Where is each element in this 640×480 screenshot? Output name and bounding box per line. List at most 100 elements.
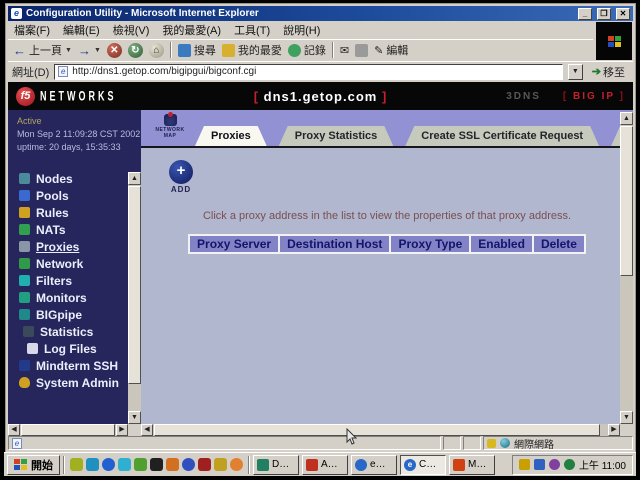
sidebar-item-filters[interactable]: Filters	[19, 272, 141, 289]
add-proxy-button[interactable]: + ADD	[165, 160, 197, 194]
menu-edit[interactable]: 編輯(E)	[63, 22, 100, 38]
main-frame: NETWORK MAP Proxies Proxy Statistics Cre…	[141, 110, 633, 424]
maximize-button[interactable]: ❐	[597, 8, 611, 20]
mail-button[interactable]: ✉	[340, 44, 349, 57]
scroll-up-icon[interactable]: ▲	[620, 112, 633, 125]
quicklaunch-icon[interactable]	[214, 458, 227, 471]
sidebar-item-mindterm-ssh[interactable]: Mindterm SSH	[19, 357, 141, 374]
go-button[interactable]: ➔ 移至	[588, 63, 629, 80]
quicklaunch-icon[interactable]	[150, 458, 163, 471]
close-button[interactable]: ✕	[616, 8, 630, 20]
taskbar-window-button[interactable]: M…	[449, 455, 495, 475]
stop-button[interactable]: ✕	[107, 43, 122, 58]
proxies-icon	[19, 241, 30, 252]
back-dropdown-icon[interactable]: ▼	[65, 47, 72, 54]
scrollbar-thumb[interactable]	[128, 186, 141, 384]
back-button[interactable]: ← 上一頁 ▼	[13, 42, 72, 58]
main-vertical-scrollbar[interactable]: ▲ ▼	[620, 112, 633, 424]
col-destination-host: Destination Host	[280, 236, 389, 252]
menu-favorites[interactable]: 我的最愛(A)	[162, 22, 221, 38]
sidebar-item-rules[interactable]: Rules	[19, 204, 141, 221]
edit-button[interactable]: ✎ 編輯	[374, 42, 408, 58]
tab-proxies[interactable]: Proxies	[195, 126, 267, 146]
quicklaunch-icon[interactable]	[182, 458, 195, 471]
main-horizontal-scrollbar[interactable]: ◀ ▶	[141, 424, 620, 436]
browser-toolbar: ← 上一頁 ▼ → ▼ ✕ ↻ ⌂ 搜尋 我的最愛 記錄	[8, 39, 593, 60]
quicklaunch-icon[interactable]	[134, 458, 147, 471]
sidebar-horizontal-scrollbar[interactable]: ◀ ▶	[8, 424, 128, 436]
taskbar-window-button[interactable]: D…	[253, 455, 299, 475]
sidebar-item-log-files[interactable]: Log Files	[19, 340, 141, 357]
forward-dropdown-icon[interactable]: ▼	[94, 47, 101, 54]
add-plus-icon: +	[169, 160, 193, 184]
address-dropdown-icon[interactable]: ▼	[568, 64, 583, 80]
taskbar-window-button-active[interactable]: e C…	[400, 455, 446, 475]
sidebar-item-system-admin[interactable]: System Admin	[19, 374, 141, 391]
addressbar: 網址(D) e http://dns1.getop.com/bigipgui/b…	[8, 61, 633, 81]
tab-strip: NETWORK MAP Proxies Proxy Statistics Cre…	[141, 110, 633, 148]
statistics-icon	[23, 326, 34, 337]
sidebar-item-bigpipe[interactable]: BIGpipe	[19, 306, 141, 323]
quicklaunch-icon[interactable]	[70, 458, 83, 471]
tray-icon[interactable]	[519, 459, 530, 470]
history-button[interactable]: 記錄	[288, 42, 326, 58]
tray-icon[interactable]	[564, 459, 575, 470]
refresh-button[interactable]: ↻	[128, 43, 143, 58]
address-input[interactable]: e http://dns1.getop.com/bigipgui/bigconf…	[54, 64, 563, 80]
start-button[interactable]: 開始	[7, 455, 60, 475]
taskbar-window-button[interactable]: e…	[351, 455, 397, 475]
menu-tools[interactable]: 工具(T)	[234, 22, 270, 38]
network-map-button[interactable]: NETWORK MAP	[149, 114, 191, 139]
nats-icon	[19, 224, 30, 235]
sidebar-item-statistics[interactable]: Statistics	[19, 323, 141, 340]
scroll-down-icon[interactable]: ▼	[620, 411, 633, 424]
taskbar-window-button[interactable]: A…	[302, 455, 348, 475]
tray-icon[interactable]	[549, 459, 560, 470]
menu-file[interactable]: 檔案(F)	[14, 22, 50, 38]
titlebar[interactable]: e Configuration Utility - Microsoft Inte…	[8, 6, 633, 21]
scroll-left-icon[interactable]: ◀	[8, 424, 20, 436]
scrollbar-thumb[interactable]	[21, 424, 115, 436]
minimize-button[interactable]: _	[578, 8, 592, 20]
taskbar-separator	[63, 456, 65, 474]
quicklaunch-icon[interactable]	[118, 458, 131, 471]
scroll-up-icon[interactable]: ▲	[128, 172, 141, 185]
tray-icon[interactable]	[534, 459, 545, 470]
sidebar-item-nodes[interactable]: Nodes	[19, 170, 141, 187]
scroll-right-icon[interactable]: ▶	[608, 424, 620, 436]
menu-help[interactable]: 說明(H)	[283, 22, 320, 38]
internet-globe-icon	[500, 438, 510, 448]
sidebar-item-pools[interactable]: Pools	[19, 187, 141, 204]
sidebar-vertical-scrollbar[interactable]: ▲ ▼	[128, 172, 141, 424]
taskbar: 開始 D… A… e… e	[4, 452, 636, 476]
quicklaunch-icon[interactable]	[86, 458, 99, 471]
datetime-text: Mon Sep 2 11:09:28 CST 2002	[17, 128, 141, 141]
quicklaunch-icon[interactable]	[102, 458, 115, 471]
link-3dns: 3DNS	[506, 91, 541, 102]
sidebar-item-proxies[interactable]: Proxies	[19, 238, 141, 255]
nodes-icon	[19, 173, 30, 184]
scrollbar-thumb[interactable]	[154, 424, 600, 436]
sidebar-item-nats[interactable]: NATs	[19, 221, 141, 238]
scroll-left-icon[interactable]: ◀	[141, 424, 153, 436]
forward-button[interactable]: → ▼	[78, 43, 101, 58]
quicklaunch-icon[interactable]	[198, 458, 211, 471]
sidebar-item-monitors[interactable]: Monitors	[19, 289, 141, 306]
tab-proxy-statistics[interactable]: Proxy Statistics	[279, 126, 394, 146]
menu-view[interactable]: 檢視(V)	[113, 22, 150, 38]
sidebar-item-network[interactable]: Network	[19, 255, 141, 272]
tab-create-ssl-certificate-request[interactable]: Create SSL Certificate Request	[405, 126, 599, 146]
quicklaunch-icon[interactable]	[230, 458, 243, 471]
print-button[interactable]	[355, 44, 368, 57]
taskbar-separator	[248, 456, 250, 474]
search-button[interactable]: 搜尋	[178, 42, 216, 58]
scrollbar-thumb[interactable]	[620, 126, 633, 276]
status-text: Active	[17, 115, 141, 128]
ie-throbber	[596, 22, 632, 60]
favorites-button[interactable]: 我的最愛	[222, 42, 282, 58]
scroll-down-icon[interactable]: ▼	[128, 411, 141, 424]
scroll-right-icon[interactable]: ▶	[116, 424, 128, 436]
quicklaunch-icon[interactable]	[166, 458, 179, 471]
home-button[interactable]: ⌂	[149, 43, 164, 58]
edit-pencil-icon: ✎	[374, 44, 383, 57]
